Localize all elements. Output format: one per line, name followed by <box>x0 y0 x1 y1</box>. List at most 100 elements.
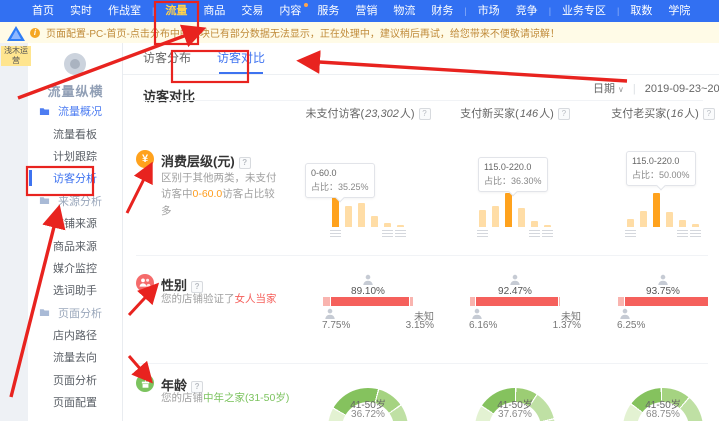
sidebar-item-label: 媒介监控 <box>53 260 97 276</box>
nav-item-label: 竞争 <box>516 5 538 17</box>
tab-visitor-comparison[interactable]: 访客对比 <box>217 43 265 74</box>
sidebar-item-label: 流量去向 <box>53 349 97 365</box>
column-header-text: 支付新买家( <box>460 108 519 120</box>
nav-item-流量[interactable]: 流量 <box>157 0 195 22</box>
corner-badge-label: 浅木运营 <box>1 46 31 66</box>
consume-bar <box>505 193 512 227</box>
nav-item-物流[interactable]: 物流 <box>385 0 423 22</box>
nav-separator: | <box>614 6 622 16</box>
donut-center-value: 68.75% <box>633 409 693 420</box>
tooltip-share: 占比：50.00% <box>632 169 690 183</box>
nav-item-首页[interactable]: 首页 <box>24 0 62 22</box>
nav-item-label: 服务 <box>317 5 339 17</box>
x-axis-label <box>677 230 688 238</box>
nav-item-交易[interactable]: 交易 <box>233 0 271 22</box>
sidebar-item-来源分析[interactable]: 来源分析 <box>28 190 123 212</box>
nav-item-label: 营销 <box>355 5 377 17</box>
date-value[interactable]: 2019-09-23~20 <box>645 83 719 95</box>
nav-item-label: 商品 <box>203 5 225 17</box>
sidebar-item-商品来源[interactable]: 商品来源 <box>28 234 123 256</box>
nav-item-服务[interactable]: 服务 <box>309 0 347 22</box>
consume-bar <box>653 193 660 227</box>
x-axis-label <box>330 230 341 238</box>
tooltip-share: 占比：36.30% <box>484 175 542 189</box>
nav-item-商品[interactable]: 商品 <box>195 0 233 22</box>
sidebar-item-店内路径[interactable]: 店内路径 <box>28 324 123 346</box>
tab-visitor-distribution[interactable]: 访客分布 <box>143 43 191 74</box>
date-control[interactable]: 日期∨|2019-09-23~20 <box>593 80 719 96</box>
notice-banner: i 页面配置-PC-首页-点击分布中的模块已有部分数据无法显示，正在处理中，建议… <box>0 22 719 43</box>
nav-item-取数[interactable]: 取数 <box>622 0 660 22</box>
consume-bar <box>384 223 391 227</box>
female-icon <box>362 274 374 286</box>
column-header: 支付老买家(16人)? <box>583 105 719 121</box>
sidebar-item-页面分析[interactable]: 页面分析 <box>28 302 123 324</box>
nav-item-label: 业务专区 <box>562 5 606 17</box>
donut-center-value: 37.67% <box>485 409 545 420</box>
nav-item-作战室[interactable]: 作战室 <box>100 0 149 22</box>
info-icon: i <box>30 28 40 38</box>
column-header-count: 23,302 <box>365 108 399 120</box>
gender-bar <box>323 297 413 306</box>
sidebar-item-流量看板[interactable]: 流量看板 <box>28 122 123 144</box>
help-icon[interactable]: ? <box>239 157 251 169</box>
help-icon[interactable]: ? <box>419 108 431 120</box>
corner-badge[interactable]: 浅木运营 <box>1 26 31 68</box>
consume-tooltip: 115.0-220.0占比：50.00% <box>626 151 696 186</box>
column-header: 未支付访客(23,302人)? <box>288 105 448 121</box>
desc-text: 您的店铺 <box>161 392 203 404</box>
notification-dot-icon <box>304 3 308 7</box>
nav-item-市场[interactable]: 市场 <box>470 0 508 22</box>
consume-bar <box>479 210 486 227</box>
sidebar-item-流量概况[interactable]: 流量概况 <box>28 100 123 122</box>
gender-male-segment <box>618 297 624 306</box>
sidebar-item-页面配置[interactable]: 页面配置 <box>28 391 123 413</box>
sidebar-item-计划跟踪[interactable]: 计划跟踪 <box>28 145 123 167</box>
tooltip-range: 115.0-220.0 <box>632 155 690 169</box>
x-axis-label <box>542 230 553 238</box>
nav-item-学院[interactable]: 学院 <box>660 0 698 22</box>
nav-item-财务[interactable]: 财务 <box>423 0 461 22</box>
sidebar-item-店铺来源[interactable]: 店铺来源 <box>28 212 123 234</box>
nav-item-label: 首页 <box>32 5 54 17</box>
consume-section-desc: 区别于其他两类，未支付访客中0-60.0访客占比较多 <box>161 170 283 219</box>
notice-text: 页面配置-PC-首页-点击分布中的模块已有部分数据无法显示，正在处理中，建议稍后… <box>46 25 560 40</box>
nav-item-label: 交易 <box>241 5 263 17</box>
sidebar-item-媒介监控[interactable]: 媒介监控 <box>28 257 123 279</box>
desc-highlight: 女人当家 <box>235 293 277 305</box>
nav-item-营销[interactable]: 营销 <box>347 0 385 22</box>
avatar[interactable] <box>64 53 86 75</box>
consume-bar <box>371 216 378 227</box>
gender-male-segment <box>323 297 330 306</box>
nav-item-label: 学院 <box>668 5 690 17</box>
nav-separator: | <box>546 6 554 16</box>
desc-text: 您的店铺验证了 <box>161 293 235 305</box>
nav-item-竞争[interactable]: 竞争 <box>508 0 546 22</box>
tooltip-range: 115.0-220.0 <box>484 161 542 175</box>
sidebar-item-访客分析[interactable]: 访客分析 <box>28 167 123 189</box>
age-icon <box>136 374 154 392</box>
nav-item-内容[interactable]: 内容 <box>271 0 309 22</box>
consume-bar <box>518 208 525 227</box>
folder-icon <box>39 195 54 206</box>
nav-item-label: 取数 <box>630 5 652 17</box>
nav-item-业务专区[interactable]: 业务专区 <box>554 0 614 22</box>
help-icon[interactable]: ? <box>703 108 715 120</box>
folder-icon <box>39 106 54 117</box>
sidebar-item-流量去向[interactable]: 流量去向 <box>28 346 123 368</box>
left-gutter <box>0 43 28 421</box>
x-axis-label <box>625 230 636 238</box>
nav-item-实时[interactable]: 实时 <box>62 0 100 22</box>
female-percent: 93.75% <box>633 286 693 297</box>
gender-icon <box>136 274 154 292</box>
help-icon[interactable]: ? <box>558 108 570 120</box>
x-axis-label <box>395 230 406 238</box>
sidebar-item-选词助手[interactable]: 选词助手 <box>28 279 123 301</box>
divider <box>143 100 703 101</box>
consume-bar <box>640 211 647 227</box>
column-header-text: 人) <box>539 108 554 120</box>
sidebar-item-页面分析[interactable]: 页面分析 <box>28 369 123 391</box>
consume-bar <box>627 219 634 227</box>
sidebar-item-label: 页面分析 <box>58 305 102 321</box>
consume-bar <box>345 206 352 227</box>
